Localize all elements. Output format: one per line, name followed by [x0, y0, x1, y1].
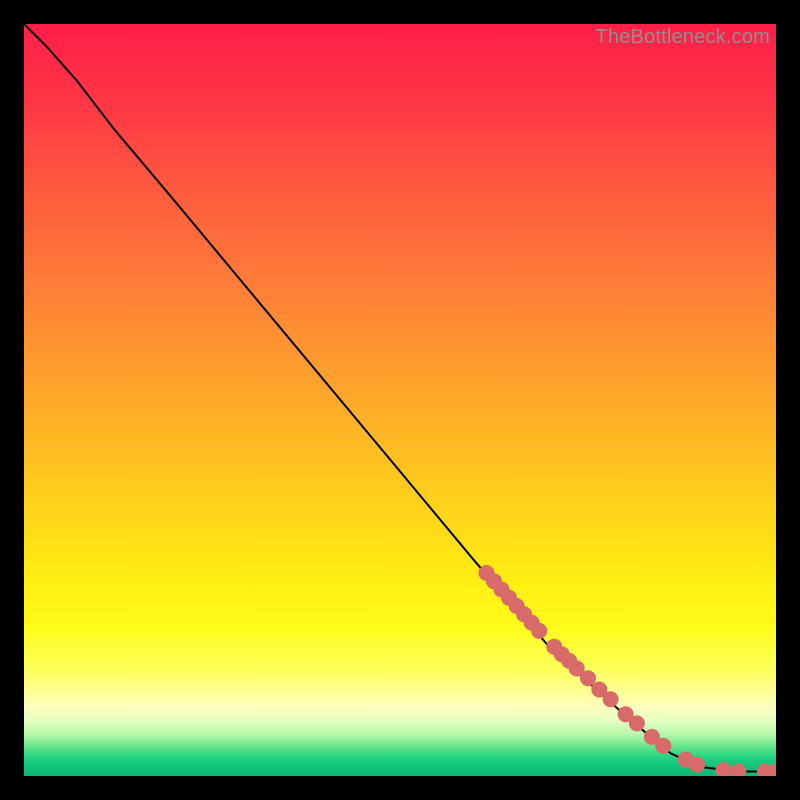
chart-svg: [24, 24, 776, 776]
chart-frame: TheBottleneck.com: [24, 24, 776, 776]
data-marker: [580, 670, 596, 686]
data-marker: [629, 715, 645, 731]
gradient-background: [24, 24, 776, 776]
data-marker: [655, 738, 671, 754]
data-marker: [689, 757, 705, 773]
data-marker: [603, 691, 619, 707]
data-marker: [531, 623, 547, 639]
watermark-text: TheBottleneck.com: [595, 26, 770, 49]
